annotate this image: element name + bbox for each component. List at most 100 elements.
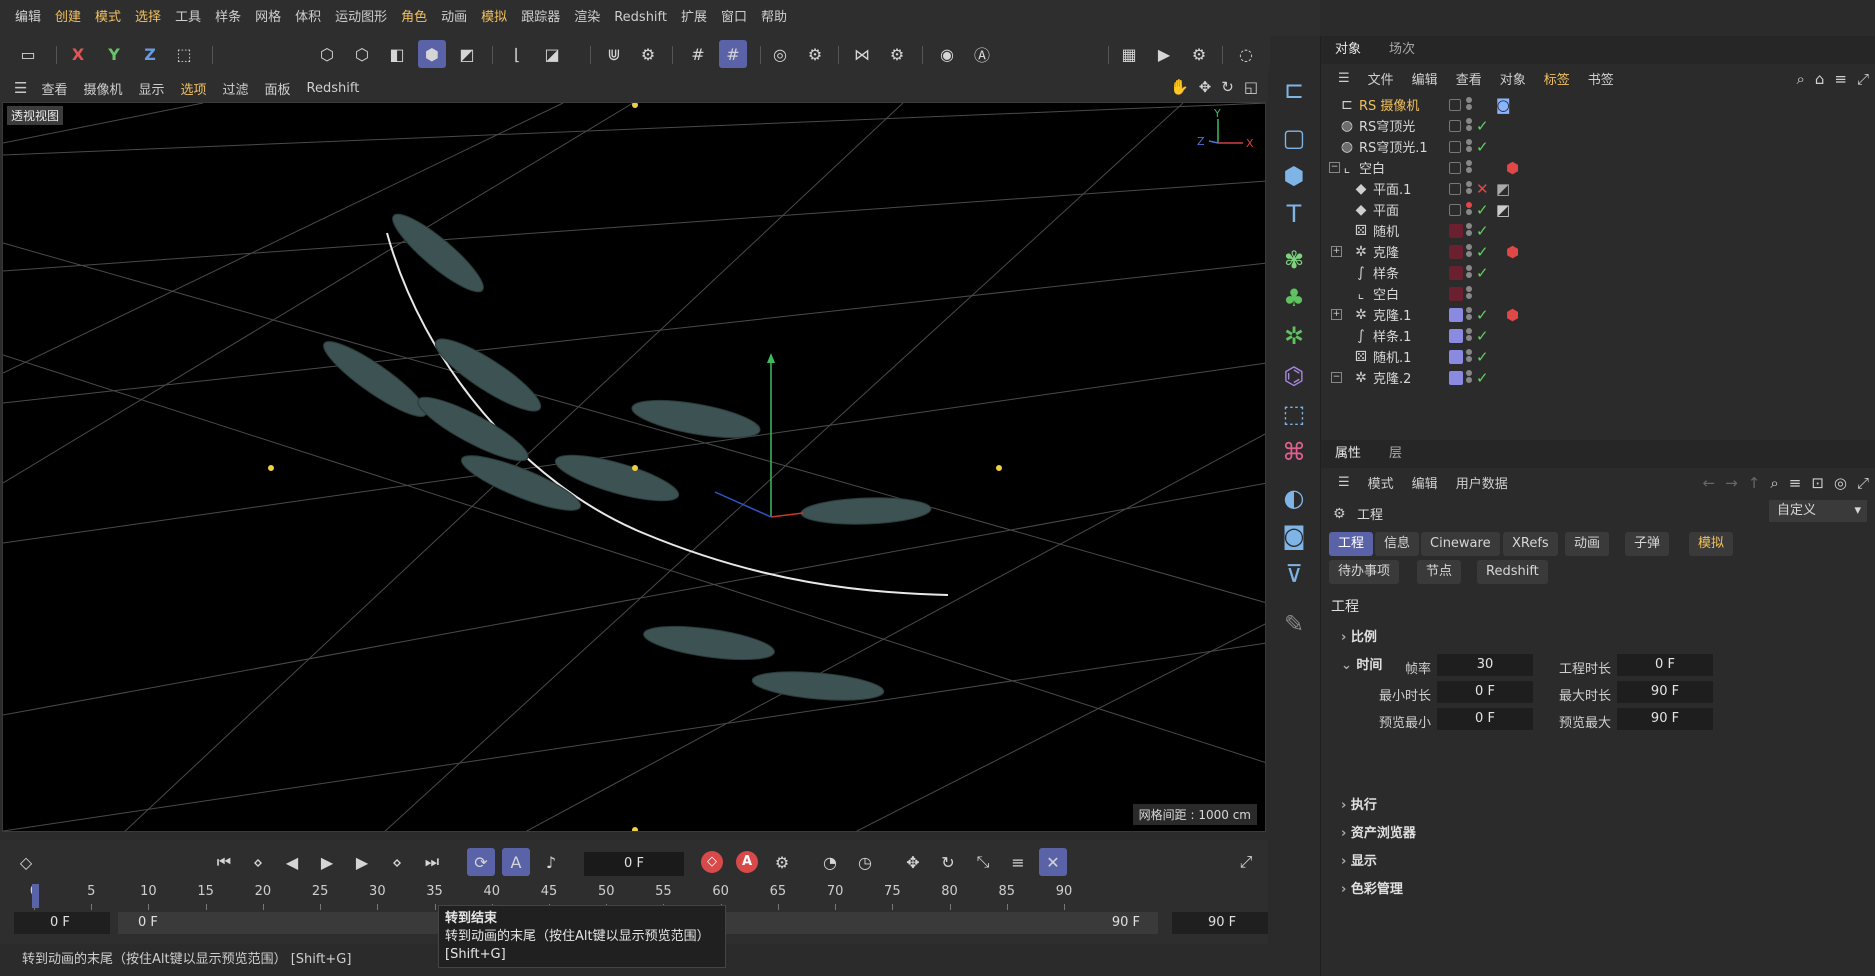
object-name[interactable]: RS穹顶光 (1359, 116, 1415, 135)
up-arrow-icon[interactable]: ↑ (1748, 474, 1761, 492)
keyframe-diamond-icon[interactable]: ◇ (12, 848, 40, 876)
sound-icon[interactable]: ♪ (537, 848, 565, 876)
field-icon[interactable]: ⬚ (1276, 396, 1312, 432)
home-icon[interactable]: ⌂ (1815, 70, 1825, 88)
param-key-icon[interactable]: ≡ (1004, 848, 1032, 876)
soft-selection-icon[interactable]: ◎ (766, 40, 794, 68)
deformer-icon[interactable]: ⌬ (1276, 358, 1312, 394)
redshift-render-icon[interactable]: ◌ (1232, 40, 1260, 68)
menu-item-6[interactable]: 网格 (248, 0, 288, 36)
expand-icon[interactable]: ⤢ (1857, 70, 1869, 88)
viewport-menu-item-5[interactable]: 面板 (257, 79, 299, 98)
go-to-end-button[interactable]: ⏭ (418, 848, 446, 876)
symmetry-icon[interactable]: ⋈ (848, 40, 876, 68)
expand-toggle-icon[interactable]: + (1331, 246, 1342, 257)
symmetry-settings-icon[interactable]: ⚙ (883, 40, 911, 68)
menu-item-1[interactable]: 创建 (48, 0, 88, 36)
text-icon[interactable]: T (1276, 196, 1312, 232)
lock-icon[interactable]: ⊡ (1811, 474, 1824, 492)
object-name[interactable]: 平面 (1373, 200, 1399, 219)
visibility-dots[interactable] (1466, 180, 1472, 198)
layer-color-swatch[interactable] (1449, 349, 1463, 364)
material-tag-icon[interactable]: ◩ (1496, 201, 1510, 219)
polygons-mode-icon[interactable]: ◧ (383, 40, 411, 68)
mograph-icon[interactable]: ⌘ (1276, 434, 1312, 470)
cube-icon[interactable]: ⬢ (1276, 158, 1312, 194)
enabled-check-icon[interactable]: ✓ (1476, 306, 1489, 324)
object-name[interactable]: 克隆 (1373, 242, 1399, 261)
key-settings-icon[interactable]: ⚙ (768, 848, 796, 876)
spline-rectangle-icon[interactable]: ▢ (1276, 120, 1312, 156)
layer-color-swatch[interactable] (1449, 223, 1463, 238)
expand-icon[interactable]: ⤢ (1857, 474, 1869, 492)
menu-item-15[interactable]: 扩展 (674, 0, 714, 36)
render-region-icon[interactable]: ▦ (1115, 40, 1143, 68)
group-0[interactable]: › 比例 (1341, 626, 1377, 645)
enabled-check-icon[interactable]: ✓ (1476, 117, 1489, 135)
fps-field[interactable]: 30 (1437, 654, 1533, 676)
visibility-dots[interactable] (1466, 327, 1472, 345)
rotate-view-icon[interactable]: ↻ (1221, 78, 1234, 96)
expand-toggle-icon[interactable]: + (1331, 309, 1342, 320)
panel-menu-item-0[interactable]: 文件 (1359, 69, 1403, 88)
visibility-dots[interactable] (1466, 243, 1472, 261)
viewport-menu-item-4[interactable]: 过滤 (215, 79, 257, 98)
attr-tab-1[interactable]: 信息 (1375, 532, 1420, 556)
hamburger-icon[interactable]: ☰ (1329, 71, 1359, 86)
layer-color-swatch[interactable] (1449, 182, 1461, 195)
target-icon[interactable]: ◎ (1834, 474, 1847, 492)
layer-color-swatch[interactable] (1449, 370, 1463, 385)
redshift-tag-icon[interactable]: ⬢ (1506, 306, 1519, 324)
render-view-icon[interactable]: ▶ (1150, 40, 1178, 68)
object-name[interactable]: 空白 (1359, 158, 1385, 177)
lock-x-button[interactable]: X (64, 40, 92, 68)
group-2[interactable]: › 执行 (1341, 794, 1377, 813)
layer-color-swatch[interactable] (1449, 119, 1461, 132)
group-5[interactable]: › 色彩管理 (1341, 878, 1403, 897)
object-name[interactable]: 空白 (1373, 284, 1399, 303)
group-4[interactable]: › 显示 (1341, 850, 1377, 869)
redshift-tag-icon[interactable]: ⬢ (1506, 159, 1519, 177)
hamburger-icon[interactable]: ☰ (1329, 475, 1359, 490)
playback-mode-button[interactable]: A (502, 848, 530, 876)
undo-view-icon[interactable]: ▭ (14, 40, 42, 68)
uv-mode-icon[interactable]: ◩ (453, 40, 481, 68)
visibility-dots[interactable] (1466, 117, 1472, 135)
null-object-icon[interactable]: ⊏ (1276, 72, 1312, 108)
lock-y-button[interactable]: Y (100, 40, 128, 68)
visibility-dots[interactable] (1466, 285, 1472, 303)
range-end-field[interactable]: 90 F (1172, 912, 1268, 934)
coordinate-system-icon[interactable]: ⬚ (170, 40, 198, 68)
object-row[interactable]: − ✲ 克隆.2 ✓ (1321, 365, 1866, 390)
subdivision-icon[interactable]: ✾ (1276, 242, 1312, 278)
auto-key-button[interactable]: A (733, 848, 761, 876)
workplane-icon[interactable]: # (719, 40, 747, 68)
tab-1[interactable]: 层 (1375, 440, 1416, 468)
menu-item-8[interactable]: 运动图形 (328, 0, 394, 36)
visibility-dots[interactable] (1466, 222, 1472, 240)
move-view-icon[interactable]: ✥ (1199, 78, 1212, 96)
menu-item-11[interactable]: 模拟 (474, 0, 514, 36)
visibility-dots[interactable] (1466, 264, 1472, 282)
layer-color-swatch[interactable] (1449, 140, 1461, 153)
range-start-field[interactable]: 0 F (14, 912, 110, 934)
layer-color-swatch[interactable] (1449, 265, 1463, 280)
lock-z-button[interactable]: Z (136, 40, 164, 68)
render-settings-icon[interactable]: ⚙ (1185, 40, 1213, 68)
attr-tab2-0[interactable]: 待办事项 (1329, 560, 1400, 584)
menu-item-0[interactable]: 编辑 (8, 0, 48, 36)
panel-menu-item-3[interactable]: 对象 (1491, 69, 1535, 88)
layer-color-swatch[interactable] (1449, 286, 1463, 301)
layer-color-swatch[interactable] (1449, 328, 1463, 343)
enabled-check-icon[interactable]: ✓ (1476, 348, 1489, 366)
duration-field[interactable]: 0 F (1617, 654, 1713, 676)
prev-frame-button[interactable]: ◀ (278, 848, 306, 876)
keyframe-selection-icon[interactable]: ◔ (816, 848, 844, 876)
record-keys-button[interactable]: ◇ (698, 848, 726, 876)
attr-tab2-2[interactable]: Redshift (1477, 560, 1548, 584)
viewport-menu-item-1[interactable]: 摄像机 (75, 79, 130, 98)
enabled-check-icon[interactable]: ✓ (1476, 264, 1489, 282)
camera-icon[interactable]: ◙ (1276, 518, 1312, 554)
menu-item-10[interactable]: 动画 (434, 0, 474, 36)
menu-item-16[interactable]: 窗口 (714, 0, 754, 36)
